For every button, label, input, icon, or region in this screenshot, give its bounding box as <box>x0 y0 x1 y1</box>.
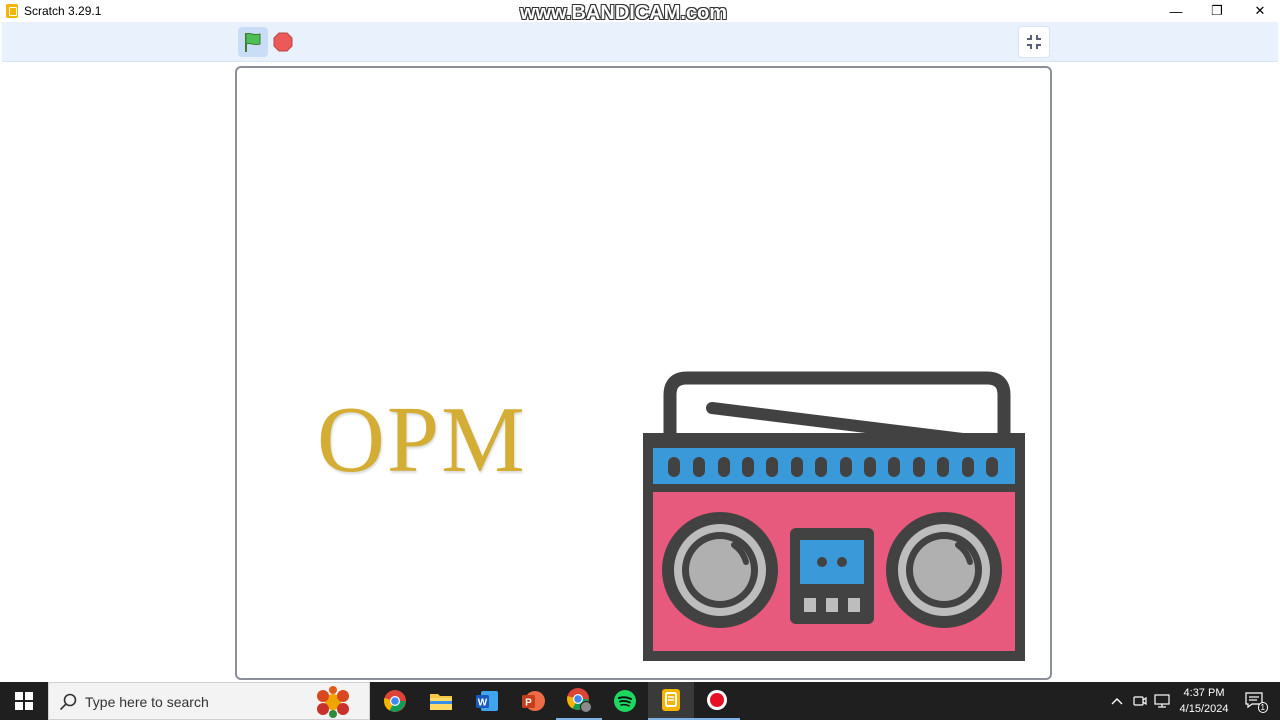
restore-button[interactable]: ❐ <box>1195 0 1239 22</box>
tray-network[interactable] <box>1152 682 1172 720</box>
chevron-up-icon <box>1111 698 1123 705</box>
search-highlight-icon <box>317 686 349 718</box>
unfullscreen-icon <box>1027 35 1041 49</box>
close-button[interactable]: ✕ <box>1238 0 1280 22</box>
scratch-icon <box>662 689 680 711</box>
exit-fullscreen-button[interactable] <box>1018 26 1050 58</box>
minimize-button[interactable]: — <box>1154 0 1198 22</box>
powerpoint-icon: P <box>522 691 545 711</box>
chrome-profile-icon <box>567 688 592 713</box>
boombox-radio-sprite[interactable] <box>642 370 1026 662</box>
webcam-icon <box>1133 696 1147 706</box>
taskbar-clock[interactable]: 4:37 PM 4/15/2024 <box>1172 685 1236 717</box>
close-icon: ✕ <box>1254 3 1266 18</box>
taskbar-spotify[interactable] <box>602 682 648 720</box>
taskbar-chrome-profile[interactable] <box>556 682 602 720</box>
flag-icon <box>245 32 261 52</box>
restore-icon: ❐ <box>1211 3 1223 18</box>
chrome-icon <box>384 690 406 712</box>
windows-icon <box>15 692 33 710</box>
taskbar-file-explorer[interactable] <box>418 682 464 720</box>
file-explorer-icon <box>430 694 452 710</box>
start-button[interactable] <box>0 682 48 720</box>
spotify-icon <box>614 690 636 712</box>
notification-badge: 1 <box>1257 702 1268 713</box>
search-placeholder: Type here to search <box>85 694 209 710</box>
tray-meet-now[interactable] <box>1130 682 1150 720</box>
opm-sprite[interactable]: OPM <box>317 386 527 494</box>
svg-text:P: P <box>525 698 532 709</box>
network-icon <box>1154 694 1170 708</box>
scratch-app-icon <box>6 4 18 18</box>
windows-taskbar: Type here to search W P 4:37 PM 4/15/202… <box>0 682 1280 720</box>
minimize-icon: — <box>1169 3 1183 19</box>
stop-button[interactable] <box>272 31 294 53</box>
title-bar: Scratch 3.29.1 www.BANDICAM.com — ❐ ✕ <box>0 0 1280 24</box>
clock-date: 4/15/2024 <box>1179 703 1229 715</box>
taskbar-bandicam[interactable] <box>694 682 740 720</box>
green-flag-button[interactable] <box>238 27 268 57</box>
search-icon <box>59 693 77 711</box>
taskbar-word[interactable]: W <box>464 682 510 720</box>
taskbar-chrome[interactable] <box>372 682 418 720</box>
stop-icon <box>273 32 293 52</box>
taskbar-scratch[interactable] <box>648 682 694 720</box>
taskbar-search-box[interactable]: Type here to search <box>48 682 370 720</box>
window-title: Scratch 3.29.1 <box>24 4 102 18</box>
action-center-button[interactable]: 1 <box>1240 682 1270 720</box>
word-icon: W <box>476 691 498 711</box>
clock-time: 4:37 PM <box>1183 687 1225 699</box>
bandicam-icon <box>707 690 727 710</box>
stage-header <box>2 22 1278 62</box>
show-hidden-icons-button[interactable] <box>1106 682 1128 720</box>
stage[interactable]: OPM <box>235 66 1052 680</box>
taskbar-powerpoint[interactable]: P <box>510 682 556 720</box>
svg-text:W: W <box>478 698 488 709</box>
